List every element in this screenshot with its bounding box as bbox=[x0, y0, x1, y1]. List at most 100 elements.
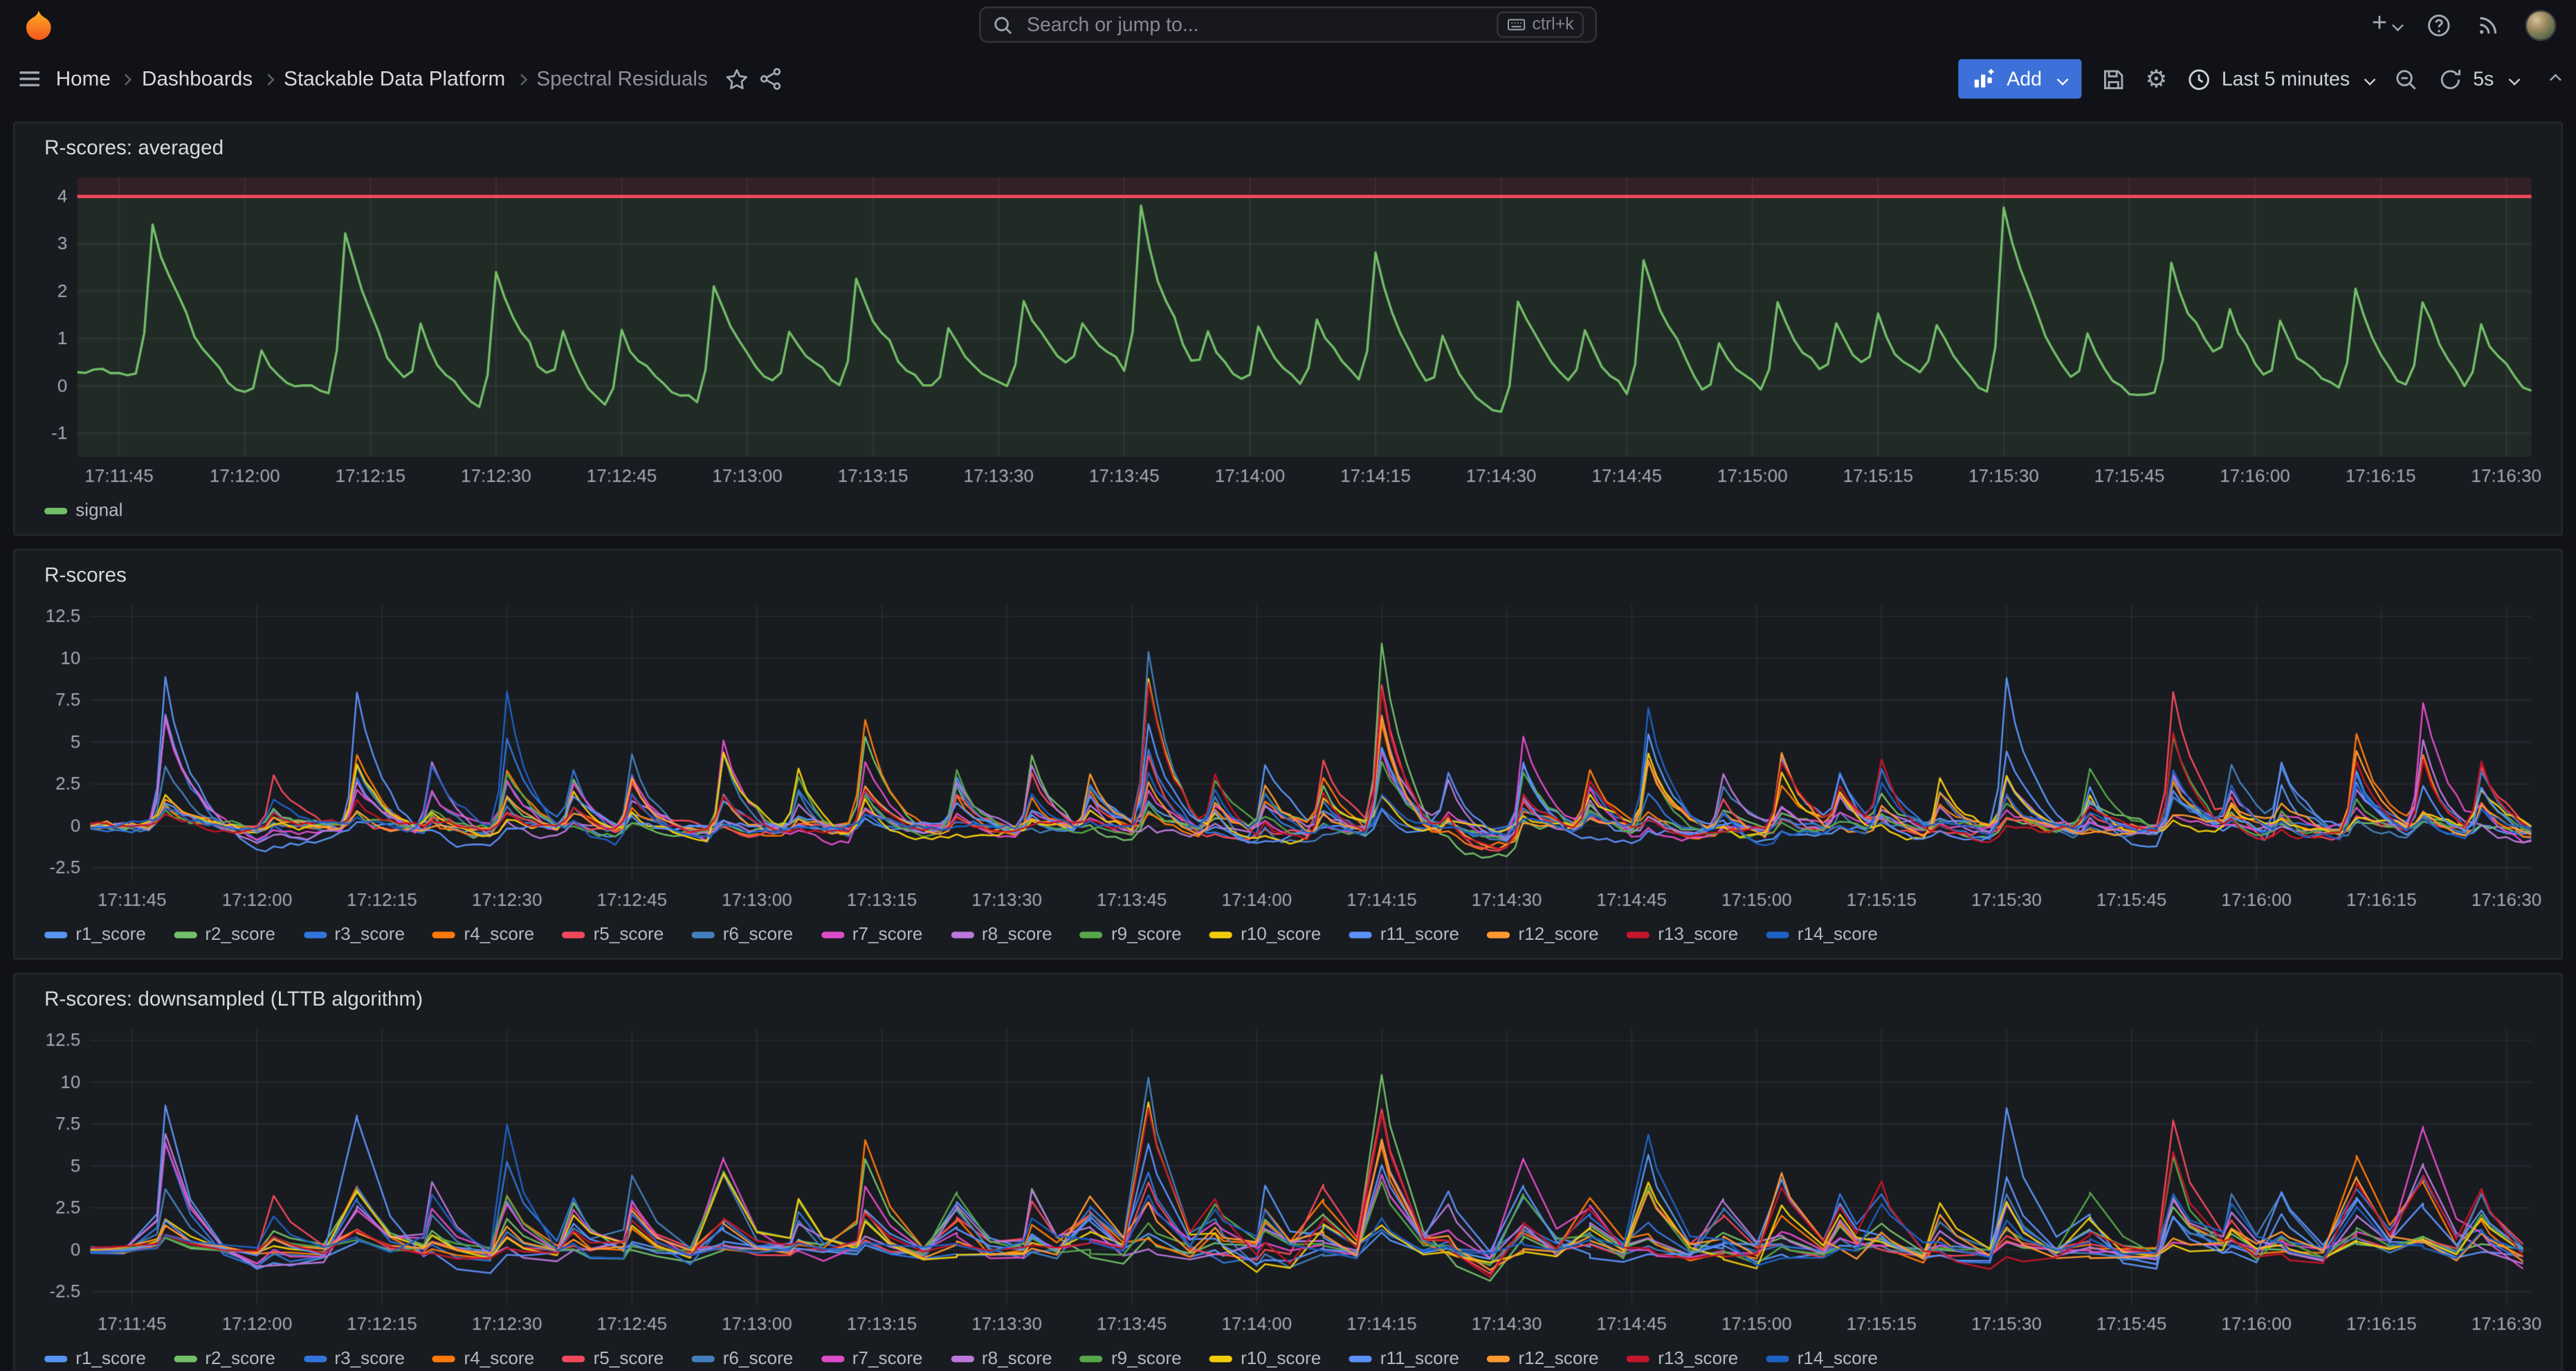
chart-canvas-rscores[interactable] bbox=[31, 595, 2548, 917]
chevron-right-icon bbox=[515, 73, 527, 85]
legend-item[interactable]: signal bbox=[44, 501, 122, 520]
legend-item[interactable]: r3_score bbox=[303, 1349, 405, 1368]
legend: signal bbox=[31, 493, 2545, 525]
legend-item-label: r10_score bbox=[1241, 925, 1321, 945]
toolbar-actions: Add ⚙ Last 5 minutes bbox=[1959, 59, 2559, 98]
legend-item[interactable]: r6_score bbox=[692, 1349, 794, 1368]
series-color-icon bbox=[432, 1356, 455, 1362]
legend-item[interactable]: r8_score bbox=[951, 925, 1052, 945]
legend-item[interactable]: r14_score bbox=[1766, 925, 1878, 945]
legend-item[interactable]: r5_score bbox=[562, 1349, 664, 1368]
time-range-picker[interactable]: Last 5 minutes bbox=[2187, 66, 2375, 91]
legend-item[interactable]: r1_score bbox=[44, 925, 146, 945]
legend-item[interactable]: r4_score bbox=[432, 1349, 534, 1368]
series-color-icon bbox=[44, 1356, 67, 1362]
refresh-icon bbox=[2438, 66, 2463, 91]
legend-item[interactable]: r11_score bbox=[1349, 1349, 1459, 1368]
legend: r1_score r2_score r3_score r4_score r5_score… bbox=[31, 917, 2545, 950]
series-color-icon bbox=[1080, 1356, 1103, 1362]
series-color-icon bbox=[1487, 932, 1510, 938]
help-button[interactable] bbox=[2427, 12, 2451, 37]
panel-add-icon bbox=[1974, 67, 1997, 90]
legend-item-label: r11_score bbox=[1380, 1349, 1459, 1368]
dashboard-grid: R-scores: averaged signal R-scores r1_sc… bbox=[0, 109, 2576, 1371]
series-color-icon bbox=[951, 932, 974, 938]
search-bar[interactable]: ctrl+k bbox=[979, 6, 1597, 42]
zoom-out-button[interactable] bbox=[2394, 66, 2419, 91]
legend-item-label: r14_score bbox=[1798, 925, 1878, 945]
series-color-icon bbox=[692, 1356, 715, 1362]
breadcrumb-dashboards[interactable]: Dashboards bbox=[142, 67, 253, 90]
legend-item-label: r14_score bbox=[1798, 1349, 1878, 1368]
series-color-icon bbox=[1766, 932, 1789, 938]
legend-item[interactable]: r10_score bbox=[1209, 1349, 1321, 1368]
legend-item[interactable]: r6_score bbox=[692, 925, 794, 945]
legend-item[interactable]: r12_score bbox=[1487, 1349, 1598, 1368]
favorite-button[interactable] bbox=[724, 66, 749, 91]
chart-canvas-downsampled[interactable] bbox=[31, 1019, 2548, 1341]
mega-menu-button[interactable] bbox=[17, 66, 43, 92]
dashboard-settings-button[interactable]: ⚙ bbox=[2146, 66, 2168, 91]
legend-item[interactable]: r2_score bbox=[174, 925, 275, 945]
legend-item-label: r6_score bbox=[723, 925, 794, 945]
star-icon bbox=[724, 66, 749, 91]
legend-item[interactable]: r10_score bbox=[1209, 925, 1321, 945]
breadcrumb: Home Dashboards Stackable Data Platform … bbox=[56, 67, 708, 90]
legend-item-label: r4_score bbox=[464, 925, 535, 945]
new-menu-button[interactable]: + bbox=[2372, 12, 2402, 38]
grafana-app: ctrl+k + Home D bbox=[0, 0, 2576, 1371]
series-color-icon bbox=[1627, 1356, 1650, 1362]
series-color-icon bbox=[174, 1356, 197, 1362]
breadcrumb-home[interactable]: Home bbox=[56, 67, 111, 90]
add-panel-button[interactable]: Add bbox=[1959, 59, 2081, 98]
legend-item[interactable]: r4_score bbox=[432, 925, 534, 945]
series-color-icon bbox=[1487, 1356, 1510, 1362]
help-icon bbox=[2427, 12, 2451, 37]
series-color-icon bbox=[692, 932, 715, 938]
legend-item[interactable]: r7_score bbox=[821, 1349, 923, 1368]
save-dashboard-button[interactable] bbox=[2101, 66, 2126, 91]
collapse-toolbar-button[interactable] bbox=[2545, 75, 2559, 83]
legend-item[interactable]: r9_score bbox=[1080, 1349, 1182, 1368]
share-button[interactable] bbox=[758, 67, 781, 90]
panel-title[interactable]: R-scores: downsampled (LTTB algorithm) bbox=[31, 983, 2545, 1019]
chart-canvas-averaged[interactable] bbox=[31, 167, 2548, 493]
rss-icon bbox=[2476, 12, 2501, 37]
save-icon bbox=[2101, 66, 2126, 91]
search-input[interactable] bbox=[1023, 12, 1486, 38]
breadcrumb-current: Spectral Residuals bbox=[536, 67, 707, 90]
legend-item[interactable]: r5_score bbox=[562, 925, 664, 945]
legend-item[interactable]: r9_score bbox=[1080, 925, 1182, 945]
legend-item[interactable]: r11_score bbox=[1349, 925, 1459, 945]
legend-item[interactable]: r13_score bbox=[1627, 925, 1738, 945]
legend-item[interactable]: r8_score bbox=[951, 1349, 1052, 1368]
series-color-icon bbox=[44, 932, 67, 938]
add-button-label: Add bbox=[2007, 67, 2042, 90]
panel-title[interactable]: R-scores: averaged bbox=[31, 131, 2545, 167]
legend-item-label: r2_score bbox=[205, 925, 275, 945]
user-avatar[interactable] bbox=[2525, 9, 2556, 40]
news-button[interactable] bbox=[2476, 12, 2501, 37]
legend-item[interactable]: r3_score bbox=[303, 925, 405, 945]
legend-item-label: r11_score bbox=[1380, 925, 1459, 945]
refresh-button[interactable] bbox=[2438, 66, 2463, 91]
breadcrumb-folder[interactable]: Stackable Data Platform bbox=[284, 67, 505, 90]
legend-item[interactable]: r12_score bbox=[1487, 925, 1598, 945]
legend-item-label: r12_score bbox=[1518, 925, 1598, 945]
legend: r1_score r2_score r3_score r4_score r5_score… bbox=[31, 1341, 2545, 1371]
legend-item[interactable]: r13_score bbox=[1627, 1349, 1738, 1368]
refresh-interval-dropdown[interactable]: 5s bbox=[2473, 67, 2519, 90]
legend-item[interactable]: r7_score bbox=[821, 925, 923, 945]
legend-item-label: r1_score bbox=[75, 1349, 146, 1368]
legend-item-label: r13_score bbox=[1658, 925, 1738, 945]
legend-item-label: r3_score bbox=[334, 1349, 405, 1368]
legend-item-label: r5_score bbox=[594, 1349, 664, 1368]
legend-item-label: r9_score bbox=[1111, 925, 1182, 945]
panel-title[interactable]: R-scores bbox=[31, 559, 2545, 594]
legend-item[interactable]: r14_score bbox=[1766, 1349, 1878, 1368]
series-color-icon bbox=[821, 932, 844, 938]
grafana-logo-icon[interactable] bbox=[19, 6, 55, 42]
legend-item[interactable]: r1_score bbox=[44, 1349, 146, 1368]
legend-item[interactable]: r2_score bbox=[174, 1349, 275, 1368]
legend-item-label: r4_score bbox=[464, 1349, 535, 1368]
